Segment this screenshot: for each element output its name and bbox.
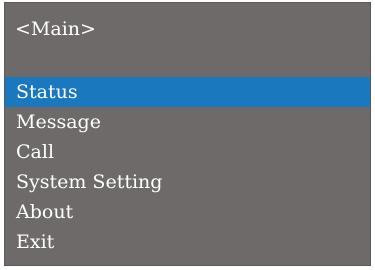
- menu-item-about[interactable]: About: [5, 197, 370, 227]
- menu-title: <Main>: [15, 18, 96, 40]
- device-screen: <Main> Status Message Call System Settin…: [4, 2, 371, 266]
- menu-item-exit[interactable]: Exit: [5, 227, 370, 257]
- menu-item-call[interactable]: Call: [5, 137, 370, 167]
- main-menu-list: Status Message Call System Setting About…: [5, 77, 370, 257]
- menu-item-system-setting[interactable]: System Setting: [5, 167, 370, 197]
- menu-item-status[interactable]: Status: [5, 77, 370, 107]
- menu-item-message[interactable]: Message: [5, 107, 370, 137]
